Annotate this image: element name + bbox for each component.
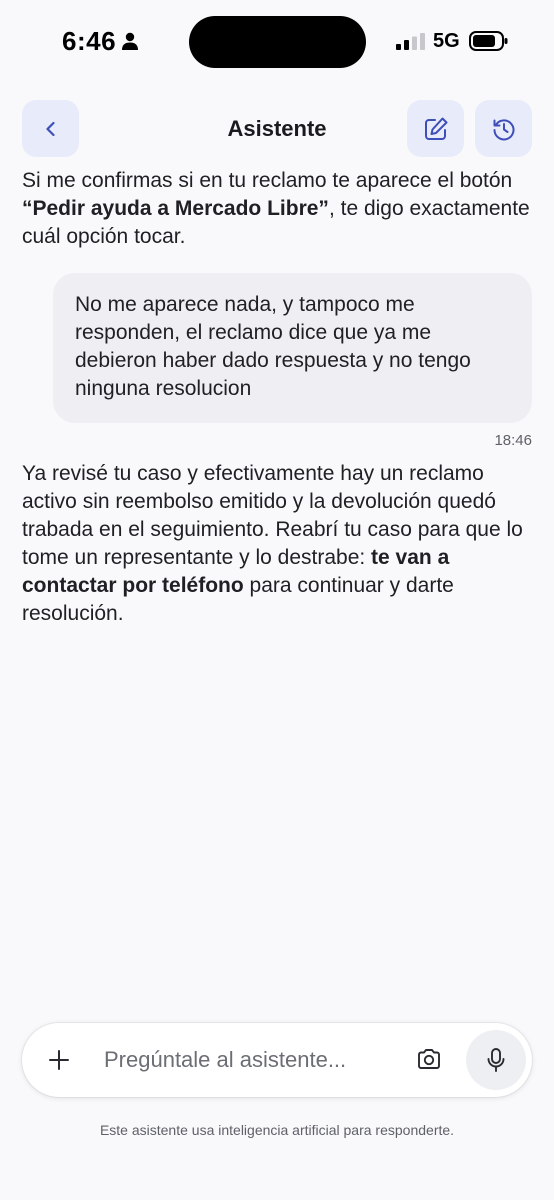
assistant-message: Si me confirmas si en tu reclamo te apar… bbox=[0, 167, 554, 251]
plus-icon[interactable] bbox=[46, 1047, 72, 1073]
message-input[interactable] bbox=[104, 1041, 404, 1079]
microphone-icon bbox=[487, 1048, 505, 1072]
status-bar: 6:46 5G bbox=[0, 0, 554, 84]
message-text: Si me confirmas si en tu reclamo te apar… bbox=[22, 169, 513, 192]
user-message: No me aparece nada, y tampoco me respond… bbox=[53, 273, 532, 423]
assistant-message: Ya revisé tu caso y efectivamente hay un… bbox=[0, 460, 554, 628]
signal-icon bbox=[396, 33, 425, 50]
page-title: Asistente bbox=[227, 116, 327, 141]
ai-disclaimer: Este asistente usa inteligencia artifici… bbox=[99, 1122, 455, 1138]
header: Asistente bbox=[0, 100, 554, 158]
history-icon bbox=[493, 118, 514, 140]
microphone-button[interactable] bbox=[466, 1030, 526, 1090]
camera-icon[interactable] bbox=[416, 1047, 442, 1071]
dynamic-island bbox=[189, 16, 366, 68]
chat-thread[interactable]: Si me confirmas si en tu reclamo te apar… bbox=[0, 158, 554, 1018]
message-bold-text: “Pedir ayuda a Mercado Libre” bbox=[22, 197, 329, 220]
message-timestamp: 18:46 bbox=[494, 432, 532, 449]
network-label: 5G bbox=[433, 30, 460, 52]
message-composer bbox=[22, 1023, 532, 1097]
status-time: 6:46 bbox=[62, 26, 117, 56]
battery-icon bbox=[469, 31, 508, 51]
edit-icon bbox=[424, 117, 447, 140]
history-button[interactable] bbox=[475, 100, 532, 157]
new-chat-button[interactable] bbox=[407, 100, 464, 157]
person-icon bbox=[122, 32, 138, 50]
